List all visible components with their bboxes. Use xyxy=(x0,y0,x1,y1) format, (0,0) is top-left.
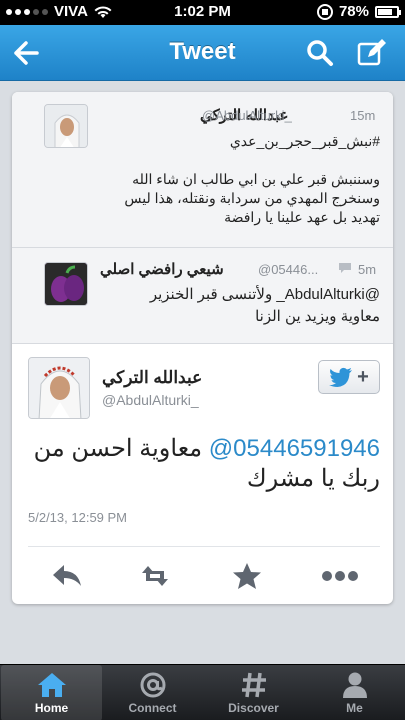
divider xyxy=(28,546,380,547)
mention-link[interactable]: 0544659194‎6@ xyxy=(209,435,380,462)
tweet-text-line: وسنخرج المهدي من سردابة ونقتله، هذا ليس xyxy=(124,190,380,206)
favorite-star-icon[interactable] xyxy=(230,562,264,590)
tweet-text-line: @AbdulAlturki_ ولأتنسى قبر الخنزير xyxy=(149,286,380,303)
tweet-detail-card: عبدالله التركي @AbdulAlturki_ 15m #نبش_ق… xyxy=(12,92,393,604)
user-avatar-icon xyxy=(45,105,87,147)
search-icon[interactable] xyxy=(305,38,335,68)
reply-bubble-icon xyxy=(339,263,351,273)
tab-home[interactable]: Home xyxy=(1,665,102,720)
user-avatar-icon xyxy=(45,263,87,305)
twitter-bird-icon xyxy=(329,367,353,387)
status-bar: VIVA 1:02 PM 78% xyxy=(0,0,405,25)
display-name: عبدالله التركي xyxy=(102,368,203,387)
follow-button[interactable]: + xyxy=(318,360,380,394)
handle: @AbdulAlturki_ xyxy=(202,108,292,123)
at-icon xyxy=(140,672,165,698)
battery-icon xyxy=(375,5,401,18)
tweet-text-line: تهديد بل عهد علينا يا رافضة xyxy=(224,209,380,225)
compose-icon[interactable] xyxy=(356,37,388,69)
main-tweet-text: 0544659194‎6@ معاوية احسن من ربك يا مشرك xyxy=(28,434,380,494)
page-title: Tweet xyxy=(169,38,236,65)
tab-label: Home xyxy=(34,701,69,715)
more-icon[interactable] xyxy=(320,562,360,590)
conversation-tweet-1[interactable]: عبدالله التركي @AbdulAlturki_ 15m #نبش_ق… xyxy=(12,92,393,248)
tweet-text-line: معاوية ويزيد ين الزنا xyxy=(255,308,380,325)
timestamp: 5/2/13, 12:59 PM xyxy=(28,510,128,525)
tweet-text-line xyxy=(108,151,380,170)
tweet-actions xyxy=(12,554,393,598)
avatar[interactable] xyxy=(44,104,88,148)
main-avatar[interactable] xyxy=(28,357,90,419)
tab-bar: Home Connect Discover Me xyxy=(0,664,405,720)
battery-level xyxy=(378,8,393,15)
tweet-time: 15m xyxy=(350,108,376,123)
display-name: شيعي رافضي اصلي xyxy=(100,261,224,278)
tab-discover[interactable]: Discover xyxy=(203,665,304,720)
rotation-lock-icon xyxy=(316,3,333,20)
tab-label: Connect xyxy=(128,701,177,715)
tweet-time: 5m xyxy=(358,262,377,277)
tab-label: Me xyxy=(346,701,363,715)
retweet-icon[interactable] xyxy=(140,562,174,590)
tweet-text: @AbdulAlturki_ ولأتنسى قبر الخنزير معاوي… xyxy=(108,284,380,328)
reply-icon[interactable] xyxy=(50,562,84,590)
handle: @AbdulAlturki_ xyxy=(102,392,199,408)
tab-connect[interactable]: Connect xyxy=(102,665,203,720)
tweet-text: #نبش_قبر_حجر_بن_عدي وسننبش قبر علي بن اب… xyxy=(108,132,380,227)
tab-me[interactable]: Me xyxy=(304,665,405,720)
handle: @05446... xyxy=(258,262,319,277)
battery-percent: 78% xyxy=(338,3,369,20)
hash-icon xyxy=(241,672,266,698)
tweet-text-line: #نبش_قبر_حجر_بن_عدي xyxy=(229,133,380,149)
nav-bar: Tweet xyxy=(0,25,405,81)
follow-plus: + xyxy=(357,365,369,388)
tweet-text-line: وسننبش قبر علي بن ابي طالب ان شاء الله xyxy=(132,171,380,187)
avatar[interactable] xyxy=(44,262,88,306)
user-avatar-icon xyxy=(29,358,89,418)
person-icon xyxy=(342,672,367,698)
home-icon xyxy=(37,673,66,697)
tab-label: Discover xyxy=(228,701,279,715)
